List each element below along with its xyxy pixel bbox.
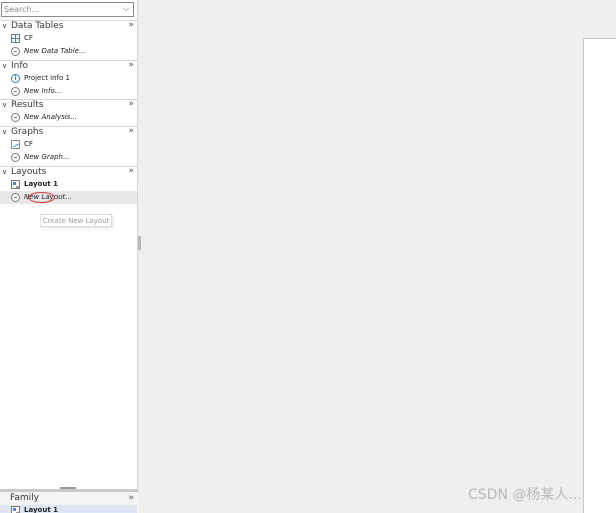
nav-item-new-analysis[interactable]: New Analysis... (0, 111, 137, 124)
nav-item-project-info[interactable]: i Project info 1 (0, 72, 137, 85)
layout-icon (11, 506, 20, 513)
double-chevron-icon[interactable]: » (128, 492, 134, 504)
nav-item-new-info[interactable]: New Info... (0, 85, 137, 98)
chevron-down-icon[interactable]: ⌵ (121, 3, 131, 15)
section-header-graphs[interactable]: ∨ Graphs » (0, 126, 137, 138)
section-header-results[interactable]: ∨ Results » (0, 99, 137, 111)
layout-icon (11, 180, 20, 189)
table-icon (11, 34, 20, 43)
double-chevron-icon[interactable]: » (128, 60, 134, 71)
nav-item-label: CF (24, 34, 33, 42)
double-chevron-icon[interactable]: » (128, 126, 134, 137)
family-item-label: Layout 1 (24, 506, 58, 513)
nav-item-label: Layout 1 (24, 180, 58, 188)
layout-page-canvas[interactable] (583, 38, 616, 513)
section-header-layouts[interactable]: ∨ Layouts » (0, 166, 137, 178)
search-box[interactable]: ⌵ (1, 2, 134, 17)
highlight-annotation-circle (28, 192, 55, 203)
collapse-caret-icon[interactable]: ∨ (2, 127, 10, 138)
double-chevron-icon[interactable]: » (128, 166, 134, 177)
family-item-layout-1[interactable]: Layout 1 (0, 505, 137, 513)
nav-item-new-graph[interactable]: New Graph... (0, 151, 137, 164)
nav-item-label: New Data Table... (24, 47, 86, 55)
section-title: Results (11, 100, 44, 110)
section-header-data-tables[interactable]: ∨ Data Tables » (0, 20, 137, 32)
collapse-caret-icon[interactable]: ∨ (2, 100, 10, 111)
search-input[interactable] (4, 4, 120, 15)
collapse-caret-icon[interactable]: ∨ (2, 21, 10, 32)
double-chevron-icon[interactable]: » (128, 20, 134, 31)
section-title: Data Tables (11, 21, 64, 31)
new-item-icon (11, 193, 20, 202)
nav-item-label: CF (24, 140, 33, 148)
family-title: Family (10, 493, 39, 503)
section-title: Info (11, 61, 29, 71)
nav-item-label: New Graph... (24, 153, 70, 161)
collapse-caret-icon[interactable]: ∨ (2, 167, 10, 178)
double-chevron-icon[interactable]: » (128, 99, 134, 110)
graph-icon (11, 140, 20, 149)
nav-item-new-data-table[interactable]: New Data Table... (0, 45, 137, 58)
nav-item-label: New Analysis... (24, 113, 78, 121)
tooltip: Create New Layout (40, 214, 112, 227)
nav-item-cf-table[interactable]: CF (0, 32, 137, 45)
info-icon: i (11, 74, 20, 83)
section-header-info[interactable]: ∨ Info » (0, 60, 137, 72)
new-item-icon (11, 87, 20, 96)
collapse-caret-icon[interactable]: ∨ (2, 61, 10, 72)
nav-item-new-layout[interactable]: New Layout... (0, 191, 137, 204)
section-title: Layouts (11, 167, 47, 177)
nav-item-label: Project info 1 (24, 74, 70, 82)
app-window: ⌵ ∨ Data Tables » CF New Data Table... ∨… (0, 0, 616, 513)
nav-item-layout-1[interactable]: Layout 1 (0, 178, 137, 191)
new-item-icon (11, 47, 20, 56)
family-panel-header[interactable]: Family » (0, 492, 137, 504)
new-item-icon (11, 153, 20, 162)
new-item-icon (11, 113, 20, 122)
nav-item-cf-graph[interactable]: CF (0, 138, 137, 151)
section-title: Graphs (11, 127, 44, 137)
nav-item-label: New Info... (24, 87, 62, 95)
watermark-text: CSDN @杨某人... (468, 487, 582, 503)
main-workspace (141, 0, 616, 513)
navigator-panel: ⌵ ∨ Data Tables » CF New Data Table... ∨… (0, 0, 138, 513)
